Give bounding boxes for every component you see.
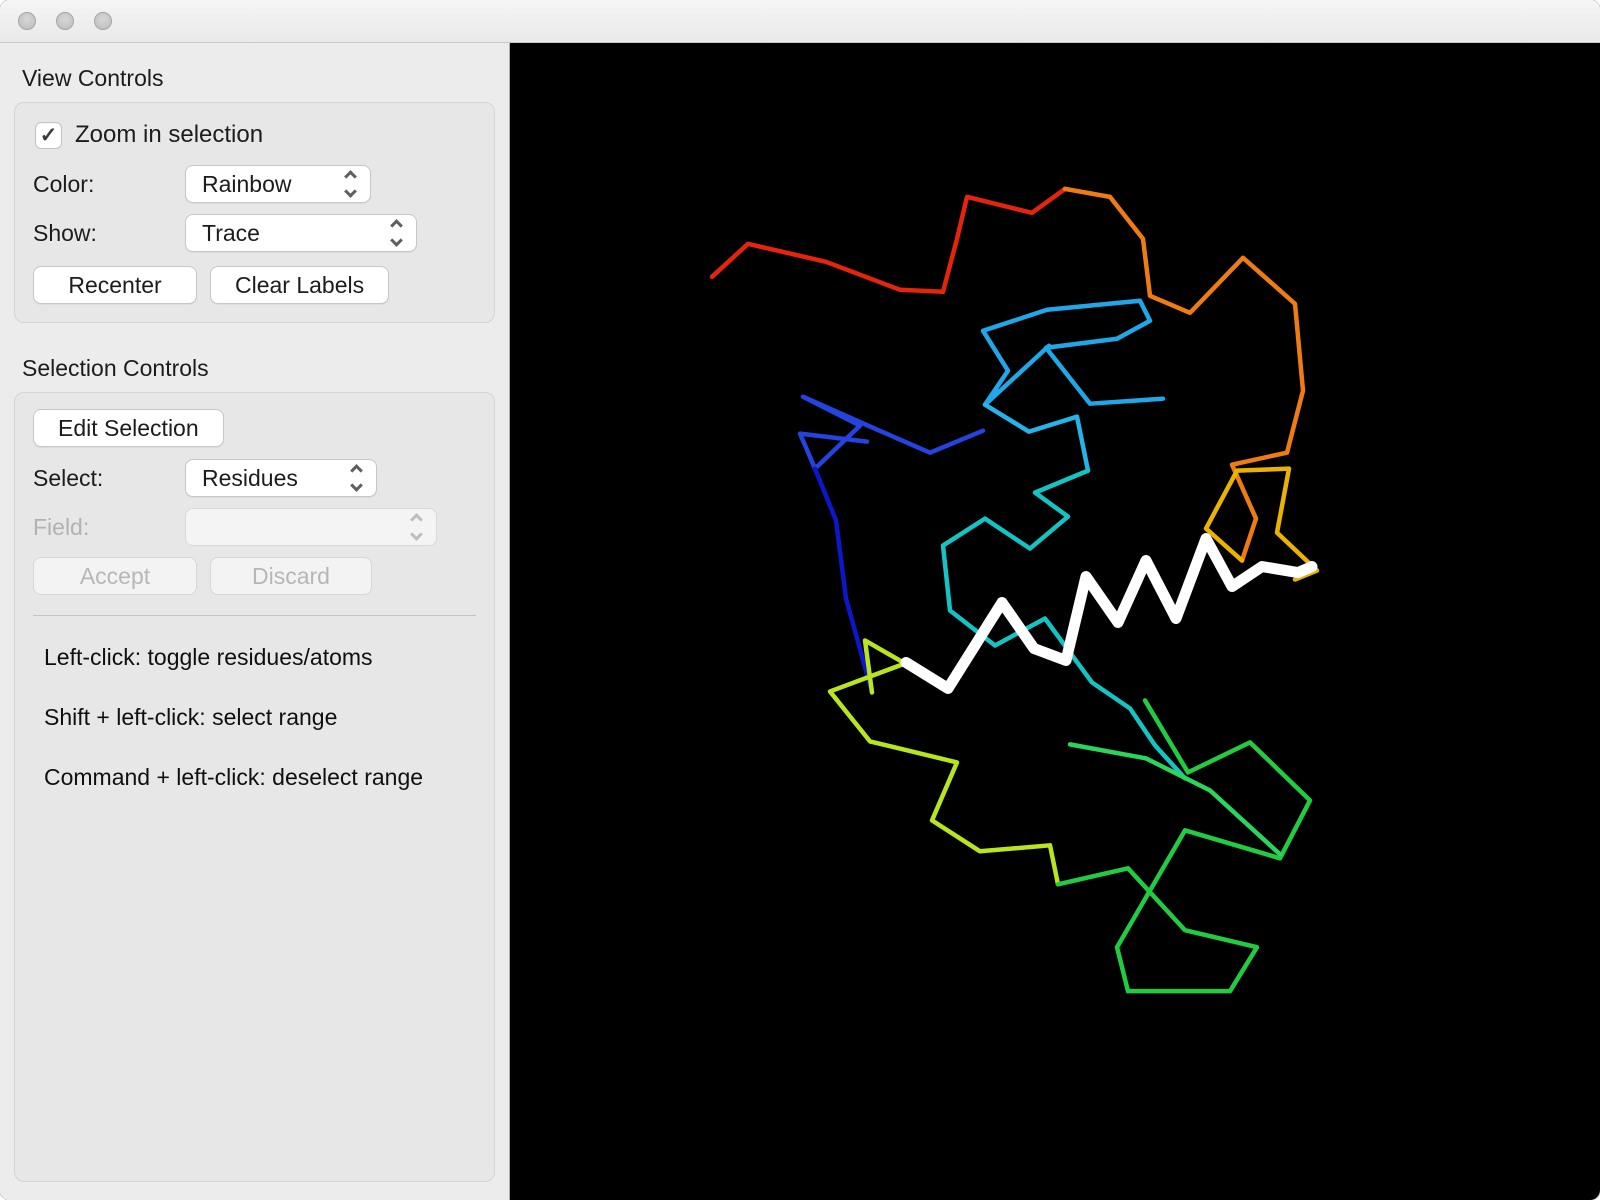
select-label: Select: (33, 464, 104, 491)
recenter-button[interactable]: Recenter (33, 266, 197, 304)
zoom-in-selection-label: Zoom in selection (75, 121, 264, 148)
select-dropdown-value: Residues (202, 464, 298, 491)
trace-chartreuse[interactable] (827, 638, 1061, 887)
select-row: Select: Residues (33, 459, 476, 497)
show-dropdown[interactable]: Trace (185, 214, 417, 252)
sidebar: View Controls ✓ Zoom in selection Color:… (0, 43, 510, 1200)
help-line-left-click: Left-click: toggle residues/atoms (44, 644, 373, 670)
view-controls-group: ✓ Zoom in selection Color: Rainbow Show: (14, 102, 495, 323)
chevron-up-down-icon (383, 219, 409, 247)
clear-labels-button[interactable]: Clear Labels (210, 266, 390, 304)
zoom-in-selection-checkbox[interactable]: ✓ Zoom in selection (35, 121, 476, 149)
accept-discard-row: Accept Discard (33, 557, 476, 595)
selected-segment[interactable] (900, 533, 1318, 694)
help-line-shift-click: Shift + left-click: select range (44, 704, 338, 730)
selection-controls-group: Edit Selection Select: Residues Field: A… (14, 392, 495, 1182)
color-label: Color: (33, 170, 95, 197)
view-buttons-row: Recenter Clear Labels (33, 266, 476, 304)
field-label: Field: (33, 513, 90, 540)
show-row: Show: Trace (33, 214, 476, 252)
color-row: Color: Rainbow (33, 165, 476, 203)
molecule-svg (709, 186, 1320, 994)
edit-selection-button[interactable]: Edit Selection (33, 409, 224, 447)
help-line-command-click: Command + left-click: deselect range (44, 764, 424, 790)
checkmark-icon: ✓ (39, 123, 58, 147)
checkbox-box-icon[interactable]: ✓ (35, 121, 62, 149)
color-dropdown[interactable]: Rainbow (185, 165, 371, 203)
trace-blue[interactable] (797, 394, 986, 471)
color-dropdown-value: Rainbow (202, 170, 292, 197)
chevron-up-down-icon (337, 170, 363, 198)
chevron-up-down-icon (343, 464, 369, 492)
edit-selection-row: Edit Selection (33, 409, 476, 447)
show-dropdown-value: Trace (202, 219, 260, 246)
divider (33, 615, 476, 616)
show-label: Show: (33, 219, 97, 246)
title-bar[interactable] (0, 0, 1600, 43)
close-button[interactable] (18, 12, 36, 30)
trace-orange[interactable] (1062, 186, 1306, 563)
trace-skyblue-b[interactable] (982, 402, 1091, 473)
minimize-button[interactable] (56, 12, 74, 30)
trace-springgreen[interactable] (1067, 742, 1283, 857)
discard-button: Discard (210, 557, 372, 595)
selection-controls-heading: Selection Controls (22, 355, 209, 381)
trace-red[interactable] (709, 186, 1068, 295)
field-dropdown (185, 508, 437, 546)
view-controls-heading: View Controls (22, 65, 164, 91)
select-dropdown[interactable]: Residues (185, 459, 377, 497)
molecule-viewport[interactable] (510, 43, 1600, 1200)
trace-teal[interactable] (940, 468, 1188, 781)
app-window: View Controls ✓ Zoom in selection Color:… (0, 0, 1600, 1200)
window-controls (18, 12, 112, 30)
accept-button: Accept (33, 557, 197, 595)
field-row: Field: (33, 508, 476, 546)
zoom-button[interactable] (94, 12, 112, 30)
trace-darkblue[interactable] (812, 466, 875, 695)
trace-skyblue-a[interactable] (980, 298, 1166, 407)
chevron-up-down-icon (403, 513, 429, 541)
